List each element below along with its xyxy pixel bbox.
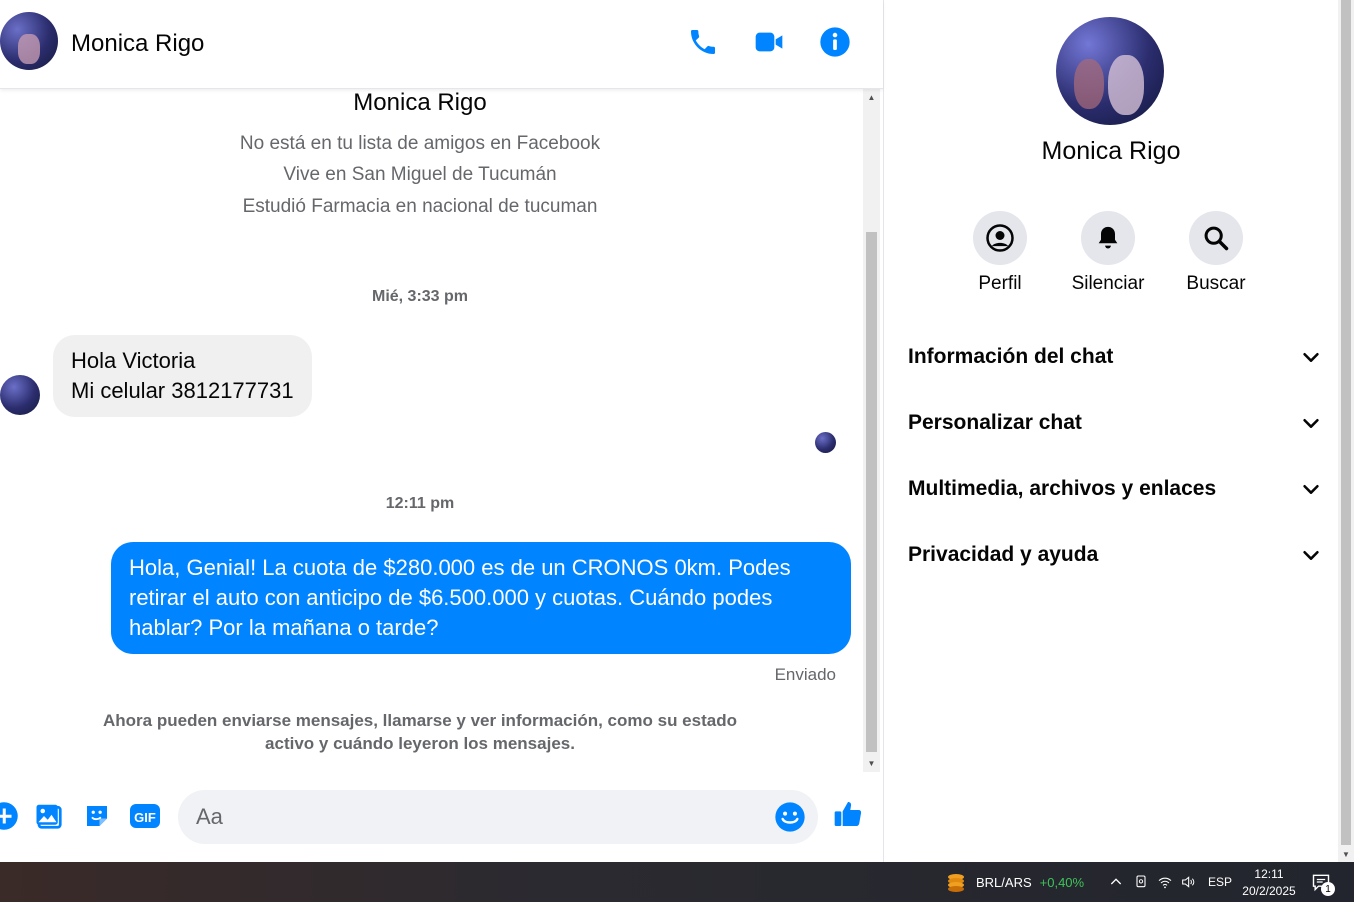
gif-label: GIF	[134, 810, 156, 825]
conversation-info-button[interactable]	[817, 24, 853, 60]
page-scrollbar[interactable]: ▼	[1338, 0, 1354, 862]
incoming-message[interactable]: Hola Victoria Mi celular 3812177731	[53, 335, 312, 417]
incoming-message-line: Mi celular 3812177731	[71, 378, 294, 403]
page-scroll-down-arrow-icon[interactable]: ▼	[1338, 846, 1354, 862]
bell-icon	[1098, 226, 1118, 249]
messenger-app: Monica Rigo Monica Rigo No está en tu li…	[0, 0, 1354, 862]
scroll-down-arrow-icon[interactable]: ▼	[863, 755, 880, 772]
profile-action[interactable]: Perfil	[955, 211, 1045, 295]
composer: GIF	[0, 772, 883, 862]
read-receipt-avatar	[815, 432, 836, 453]
plus-icon	[0, 802, 18, 830]
message-timestamp: 12:11 pm	[385, 495, 455, 512]
video-camera-icon	[755, 32, 783, 52]
search-icon	[1204, 226, 1229, 251]
more-actions-button[interactable]	[0, 800, 20, 832]
section-privacy-help[interactable]: Privacidad y ayuda	[908, 535, 1322, 575]
scroll-thumb[interactable]	[866, 232, 877, 752]
show-hidden-icons-button[interactable]	[1108, 862, 1124, 902]
chevron-up-icon	[1110, 878, 1122, 885]
sender-avatar[interactable]	[0, 375, 40, 415]
message-scrollbar[interactable]: ▲ ▼	[863, 89, 880, 772]
contact-avatar[interactable]	[0, 12, 58, 70]
incoming-message-line: Hola Victoria	[71, 348, 196, 373]
network-button[interactable]	[1157, 862, 1173, 902]
chevron-down-icon	[1303, 352, 1319, 362]
chevron-down-icon	[1303, 418, 1319, 428]
section-label: Privacidad y ayuda	[908, 543, 1099, 566]
profile-icon	[986, 224, 1014, 252]
speaker-icon	[1182, 876, 1195, 888]
message-list[interactable]: Monica Rigo No está en tu lista de amigo…	[0, 89, 863, 772]
intro-friend-status: No está en tu lista de amigos en Faceboo…	[239, 133, 601, 154]
page-scroll-thumb[interactable]	[1341, 0, 1351, 845]
info-icon	[820, 27, 850, 57]
chevron-down-icon	[1303, 550, 1319, 560]
mute-action[interactable]: Silenciar	[1063, 211, 1153, 295]
message-timestamp: Mié, 3:33 pm	[371, 288, 469, 305]
meet-now-button[interactable]	[1133, 862, 1149, 902]
mute-action-label: Silenciar	[1071, 273, 1145, 294]
sticker-icon	[87, 806, 107, 826]
intro-name: Monica Rigo	[353, 89, 487, 116]
outgoing-message[interactable]: Hola, Genial! La cuota de $280.000 es de…	[111, 542, 851, 654]
message-input[interactable]	[196, 790, 756, 844]
clock-time: 12:11	[1254, 866, 1284, 881]
device-icon	[1136, 875, 1146, 888]
chevron-down-icon	[1303, 484, 1319, 494]
phone-icon	[691, 30, 715, 54]
connection-notice: Ahora pueden enviarse mensajes, llamarse…	[103, 711, 737, 753]
profile-name: Monica Rigo	[1041, 137, 1181, 165]
emoji-icon[interactable]	[774, 801, 806, 833]
currency-change: +0,40%	[1039, 874, 1085, 890]
section-chat-info[interactable]: Información del chat	[908, 337, 1322, 377]
video-call-button[interactable]	[751, 24, 787, 60]
thumbs-up-icon	[834, 802, 862, 826]
sent-status: Enviado	[774, 665, 836, 684]
currency-widget[interactable]: BRL/ARS +0,40%	[944, 862, 1084, 902]
section-label: Información del chat	[908, 345, 1114, 368]
image-icon	[36, 804, 62, 829]
wifi-icon	[1158, 877, 1172, 889]
coins-icon	[948, 874, 964, 892]
gif-icon: GIF	[130, 804, 160, 828]
scroll-up-arrow-icon[interactable]: ▲	[863, 89, 880, 106]
notification-badge: 1	[1321, 882, 1335, 896]
section-label: Personalizar chat	[908, 411, 1082, 434]
contact-name[interactable]: Monica Rigo	[71, 30, 204, 58]
section-label: Multimedia, archivos y enlaces	[908, 477, 1217, 500]
profile-avatar[interactable]	[1056, 17, 1164, 125]
section-media-files-links[interactable]: Multimedia, archivos y enlaces	[908, 469, 1322, 509]
search-action-label: Buscar	[1186, 273, 1246, 294]
taskbar: BRL/ARS +0,40% ESP 12:11 20/2/2025 1	[0, 862, 1354, 902]
clock[interactable]: 12:11 20/2/2025	[1240, 862, 1298, 902]
input-language[interactable]: ESP	[1208, 862, 1232, 902]
clock-date: 20/2/2025	[1242, 883, 1296, 898]
search-action[interactable]: Buscar	[1171, 211, 1261, 295]
message-input-wrapper	[178, 790, 818, 844]
intro-location: Vive en San Miguel de Tucumán	[283, 164, 557, 185]
conversation-details-panel: Monica Rigo Perfil Silenciar Buscar Info…	[884, 0, 1338, 862]
profile-action-label: Perfil	[978, 273, 1022, 294]
currency-pair: BRL/ARS	[976, 874, 1032, 890]
call-button[interactable]	[685, 24, 721, 60]
gif-button[interactable]: GIF	[129, 800, 161, 832]
send-like-button[interactable]	[832, 798, 864, 830]
volume-button[interactable]	[1180, 862, 1196, 902]
sticker-button[interactable]	[81, 800, 113, 832]
intro-education: Estudió Farmacia en nacional de tucuman	[242, 196, 598, 217]
attach-image-button[interactable]	[33, 800, 65, 832]
notification-center-button[interactable]: 1	[1311, 862, 1335, 902]
section-customize-chat[interactable]: Personalizar chat	[908, 403, 1322, 443]
chat-header: Monica Rigo	[0, 0, 883, 89]
